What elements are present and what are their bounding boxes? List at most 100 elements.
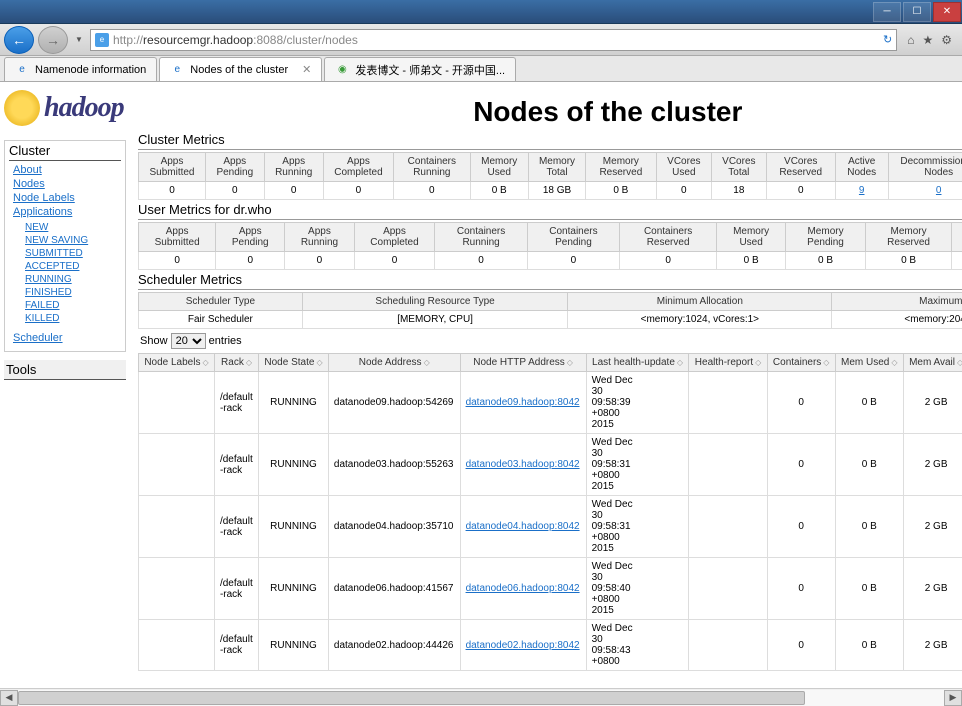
scroll-track[interactable]: [18, 690, 944, 706]
cell-http: datanode03.hadoop:8042: [460, 434, 586, 496]
favorites-icon[interactable]: ★: [922, 33, 933, 47]
sidebar-appstate-new-saving[interactable]: NEW SAVING: [25, 234, 121, 247]
refresh-icon[interactable]: ↻: [883, 33, 892, 46]
column-header: VCores Total: [712, 153, 767, 182]
cell-mema: 2 GB: [903, 496, 962, 558]
back-button[interactable]: ←: [4, 26, 34, 54]
sidebar-tools-header[interactable]: Tools: [4, 360, 126, 380]
column-header: VCores Reserved: [766, 153, 835, 182]
nodes-column-header[interactable]: Containers◇: [767, 354, 835, 372]
minimize-button[interactable]: ─: [873, 2, 901, 22]
nodes-column-header[interactable]: Last health-update◇: [586, 354, 689, 372]
sidebar-appstate-submitted[interactable]: SUBMITTED: [25, 247, 121, 260]
cell-addr: datanode04.hadoop:35710: [328, 496, 460, 558]
cell-labels: [139, 620, 215, 671]
metric-link[interactable]: 0: [936, 185, 942, 196]
metric-cell: 0 B: [717, 252, 786, 270]
column-header: VCores Used: [952, 223, 962, 252]
tabs-bar: eNamenode informationeNodes of the clust…: [0, 56, 962, 82]
browser-toolbar: ← → ▼ e http://resourcemgr.hadoop:8088/c…: [0, 24, 962, 56]
sidebar-appstate-failed[interactable]: FAILED: [25, 299, 121, 312]
node-http-link[interactable]: datanode04.hadoop:8042: [466, 521, 580, 532]
url-bar[interactable]: e http://resourcemgr.hadoop:8088/cluster…: [90, 29, 897, 51]
sort-icon: ◇: [823, 358, 829, 367]
cell-containers: 0: [767, 434, 835, 496]
metric-cell: Fair Scheduler: [139, 311, 303, 329]
ie-icon: e: [170, 63, 184, 77]
sidebar-link-about[interactable]: About: [9, 163, 121, 177]
sidebar-appstate-running[interactable]: RUNNING: [25, 273, 121, 286]
sidebar-appstate-finished[interactable]: FINISHED: [25, 286, 121, 299]
node-http-link[interactable]: datanode03.hadoop:8042: [466, 459, 580, 470]
metric-cell: 0: [139, 252, 216, 270]
nodes-column-header[interactable]: Node State◇: [259, 354, 329, 372]
sidebar-scheduler-link[interactable]: Scheduler: [9, 331, 121, 345]
sidebar-appstate-new[interactable]: NEW: [25, 221, 121, 234]
browser-tab-0[interactable]: eNamenode information: [4, 57, 157, 81]
sort-icon: ◇: [246, 358, 252, 367]
metric-cell: 0: [139, 182, 206, 200]
column-header: Apps Submitted: [139, 223, 216, 252]
cluster-metrics-table: Apps SubmittedApps PendingApps RunningAp…: [138, 152, 962, 200]
table-row: /default-rack RUNNING datanode02.hadoop:…: [139, 620, 962, 671]
metric-cell: <memory:1024, vCores:1>: [568, 311, 832, 329]
nodes-column-header[interactable]: Node HTTP Address◇: [460, 354, 586, 372]
column-header: Memory Total: [528, 153, 585, 182]
cell-mema: 2 GB: [903, 558, 962, 620]
cell-memu: 0 B: [835, 372, 903, 434]
nav-dropdown-icon[interactable]: ▼: [72, 26, 86, 54]
home-icon[interactable]: ⌂: [907, 33, 914, 47]
metric-link[interactable]: 9: [859, 185, 865, 196]
cell-memu: 0 B: [835, 496, 903, 558]
metric-cell: 0 B: [470, 182, 528, 200]
nodes-column-header[interactable]: Node Labels◇: [139, 354, 215, 372]
page-content: Logg hadoop Nodes of the cluster Cluster…: [0, 82, 962, 688]
sidebar-appstate-killed[interactable]: KILLED: [25, 312, 121, 325]
sidebar-link-nodes[interactable]: Nodes: [9, 177, 121, 191]
nodes-column-header[interactable]: Mem Avail◇: [903, 354, 962, 372]
cell-report: [689, 496, 767, 558]
metric-cell: 0: [435, 252, 528, 270]
cell-containers: 0: [767, 372, 835, 434]
cell-report: [689, 372, 767, 434]
close-button[interactable]: ✕: [933, 2, 961, 22]
scroll-thumb[interactable]: [18, 691, 805, 705]
sidebar-link-node-labels[interactable]: Node Labels: [9, 191, 121, 205]
column-header: Active Nodes: [835, 153, 888, 182]
cell-containers: 0: [767, 558, 835, 620]
cell-containers: 0: [767, 496, 835, 558]
settings-icon[interactable]: ⚙: [941, 33, 952, 47]
cell-http: datanode06.hadoop:8042: [460, 558, 586, 620]
forward-button[interactable]: →: [38, 26, 68, 54]
tab-close-icon[interactable]: ✕: [302, 63, 311, 76]
hadoop-logo: hadoop: [4, 90, 124, 126]
column-header: Containers Reserved: [620, 223, 717, 252]
node-http-link[interactable]: datanode02.hadoop:8042: [466, 640, 580, 651]
column-header: Apps Pending: [205, 153, 264, 182]
sidebar-appstate-accepted[interactable]: ACCEPTED: [25, 260, 121, 273]
nodes-column-header[interactable]: Rack◇: [214, 354, 258, 372]
cell-containers: 0: [767, 620, 835, 671]
maximize-button[interactable]: ☐: [903, 2, 931, 22]
scroll-left-button[interactable]: ◀: [0, 690, 18, 706]
entries-select[interactable]: 20: [171, 333, 206, 349]
browser-tab-1[interactable]: eNodes of the cluster✕: [159, 57, 322, 81]
cell-http: datanode09.hadoop:8042: [460, 372, 586, 434]
cell-state: RUNNING: [259, 558, 329, 620]
nodes-column-header[interactable]: Health-report◇: [689, 354, 767, 372]
sidebar-link-applications[interactable]: Applications: [9, 205, 121, 219]
cell-state: RUNNING: [259, 496, 329, 558]
column-header: Containers Running: [394, 153, 470, 182]
scroll-right-button[interactable]: ▶: [944, 690, 962, 706]
nodes-column-header[interactable]: Node Address◇: [328, 354, 460, 372]
browser-tab-2[interactable]: ◉发表博文 - 师弟文 - 开源中国...: [324, 57, 516, 81]
cell-addr: datanode02.hadoop:44426: [328, 620, 460, 671]
node-http-link[interactable]: datanode06.hadoop:8042: [466, 583, 580, 594]
nodes-column-header[interactable]: Mem Used◇: [835, 354, 903, 372]
cell-state: RUNNING: [259, 372, 329, 434]
cell-rack: /default-rack: [214, 496, 258, 558]
cluster-metrics-title: Cluster Metrics: [138, 132, 962, 150]
metric-cell: 0: [888, 182, 962, 200]
node-http-link[interactable]: datanode09.hadoop:8042: [466, 397, 580, 408]
show-entries-control: Show 20 entries: [140, 333, 242, 349]
